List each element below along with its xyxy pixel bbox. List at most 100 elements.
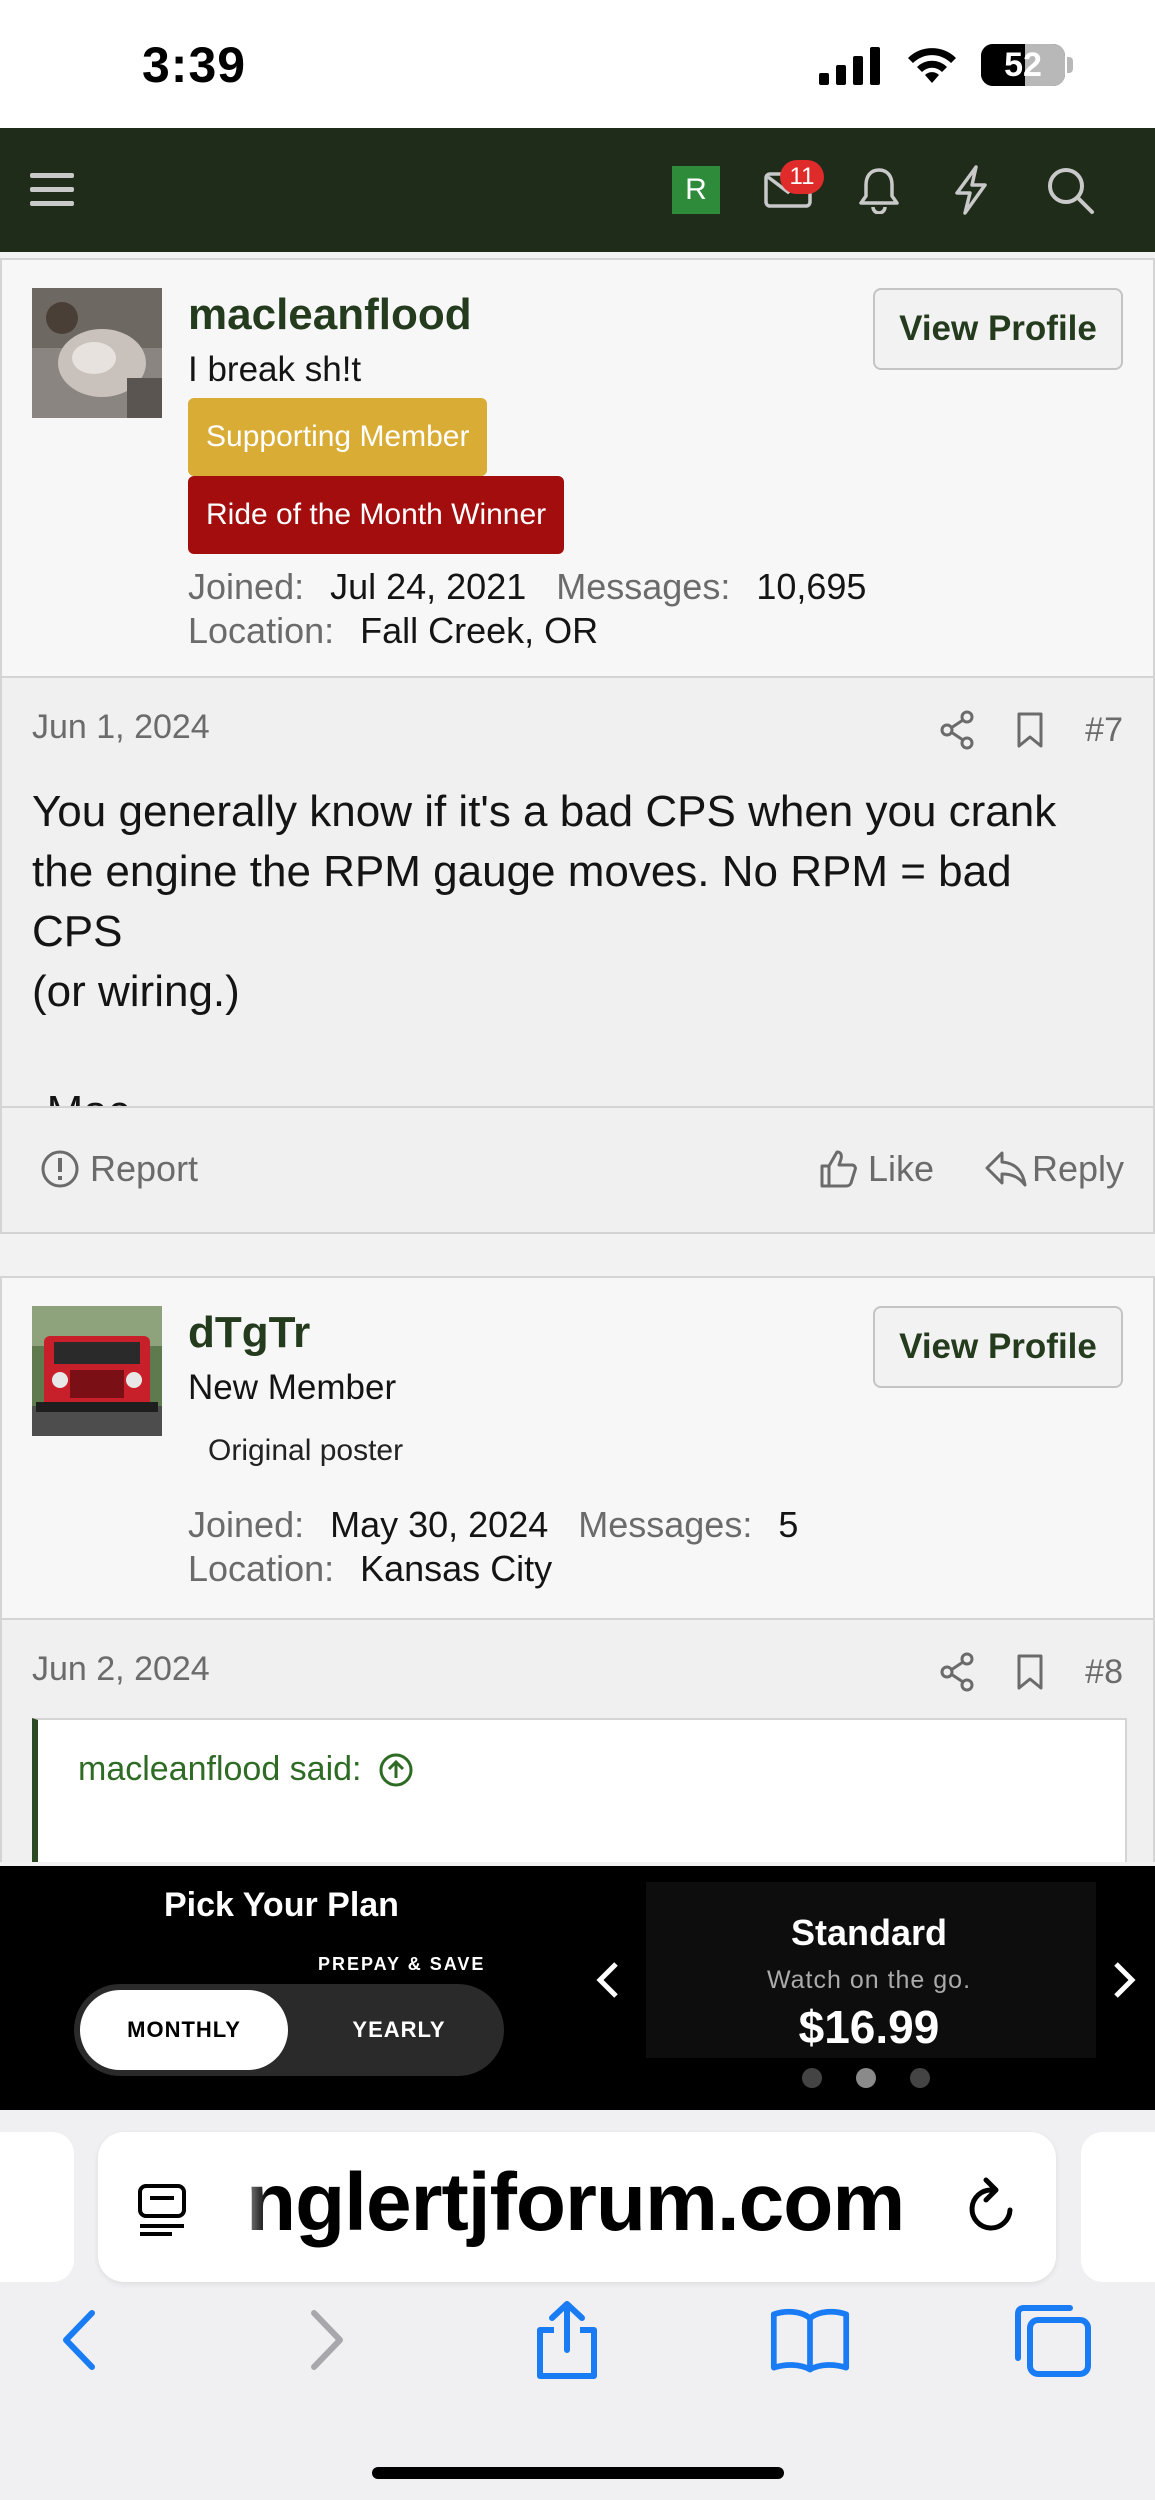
- account-button[interactable]: R: [672, 128, 720, 252]
- previous-tab-preview[interactable]: [0, 2132, 74, 2282]
- ad-banner[interactable]: Pick Your Plan PREPAY & SAVE MONTHLY YEA…: [0, 1866, 1155, 2110]
- view-profile-button[interactable]: View Profile: [873, 1306, 1123, 1388]
- quote-block: macleanflood said:: [32, 1718, 1127, 1862]
- post-8-user-block: dTgTr New Member View Profile Original p…: [0, 1276, 1155, 1620]
- like-label: Like: [868, 1148, 935, 1189]
- chevron-left-icon[interactable]: [594, 1960, 622, 2011]
- report-icon: [41, 1150, 79, 1188]
- carousel-dot[interactable]: [802, 2068, 822, 2088]
- location-label: Location:: [188, 1548, 335, 1589]
- supporting-member-badge: Supporting Member: [188, 398, 488, 476]
- user-title: New Member: [188, 1368, 397, 1407]
- alerts-button[interactable]: [852, 128, 906, 252]
- ad-title: Pick Your Plan: [164, 1886, 399, 1924]
- post-tools: #7: [939, 710, 1123, 750]
- bookmarks-button[interactable]: [770, 2300, 850, 2380]
- post-7-action-bar: Report Like Reply: [0, 1106, 1155, 1234]
- post-7-body: Jun 1, 2024 #7 You generally know if it'…: [0, 676, 1155, 1136]
- quote-author: macleanflood said:: [78, 1750, 362, 1788]
- chevron-right-icon: [311, 2310, 343, 2370]
- share-icon[interactable]: [939, 710, 975, 750]
- plan-name: Standard: [790, 1912, 948, 1953]
- lightning-bolt-icon: [955, 165, 987, 215]
- whats-new-button[interactable]: [946, 128, 996, 252]
- location-value: Kansas City: [360, 1548, 553, 1589]
- like-button[interactable]: Like: [818, 1148, 934, 1190]
- post-message: You generally know if it's a bad CPS whe…: [32, 782, 1113, 1142]
- post-number[interactable]: #7: [1085, 711, 1123, 750]
- cellular-signal-icon: [819, 47, 880, 85]
- joined-value: May 30, 2024: [330, 1504, 549, 1545]
- original-poster-badge: Original poster: [208, 1434, 404, 1467]
- chevron-right-icon[interactable]: [1110, 1960, 1138, 2011]
- chevron-left-icon: [63, 2310, 95, 2370]
- joined-label: Joined:: [188, 1504, 305, 1545]
- user-location-row: Location: Fall Creek, OR: [188, 610, 628, 652]
- messages-value: 5: [778, 1504, 799, 1545]
- reply-arrow-icon: [985, 1151, 1027, 1187]
- bookmark-icon[interactable]: [1015, 1653, 1045, 1691]
- plan-card[interactable]: Standard Watch on the go. $16.99: [646, 1882, 1096, 2058]
- share-icon: [537, 2301, 597, 2379]
- user-avatar: R: [672, 166, 720, 214]
- messages-label: Messages:: [578, 1504, 753, 1545]
- battery-cap: [1067, 57, 1073, 73]
- post-text-line: the engine the RPM gauge moves. No RPM =…: [32, 847, 1012, 956]
- joined-value: Jul 24, 2021: [330, 566, 527, 607]
- toggle-yearly[interactable]: YEARLY: [324, 1984, 474, 2076]
- billing-toggle[interactable]: MONTHLY YEARLY: [74, 1984, 504, 2076]
- thumbs-up-icon: [820, 1150, 857, 1188]
- url-text: nglertjforum.com: [246, 2157, 905, 2248]
- search-icon: [1048, 168, 1094, 214]
- next-tab-preview[interactable]: [1081, 2132, 1155, 2282]
- username[interactable]: macleanflood: [188, 290, 472, 340]
- post-date[interactable]: Jun 1, 2024: [32, 708, 210, 747]
- reload-icon[interactable]: [964, 2176, 1020, 2238]
- bookmark-icon[interactable]: [1015, 711, 1045, 749]
- hamburger-icon: [30, 173, 74, 206]
- ad-prepay-label: PREPAY & SAVE: [318, 1954, 486, 1974]
- share-icon[interactable]: [939, 1652, 975, 1692]
- status-icons: 52: [819, 44, 1073, 86]
- post-number[interactable]: #8: [1085, 1653, 1123, 1692]
- menu-button[interactable]: [22, 128, 82, 252]
- location-label: Location:: [188, 610, 335, 651]
- address-bar[interactable]: nglertjforum.com: [98, 2132, 1056, 2282]
- post-8-body: Jun 2, 2024 #8 macleanflood said:: [0, 1618, 1155, 1862]
- share-button[interactable]: [527, 2300, 607, 2380]
- username[interactable]: dTgTr: [188, 1308, 310, 1358]
- report-label: Report: [90, 1148, 199, 1189]
- messages-label: Messages:: [556, 566, 731, 607]
- mail-count-badge: 11: [780, 160, 824, 194]
- user-location-row: Location: Kansas City: [188, 1548, 582, 1590]
- post-tools: #8: [939, 1652, 1123, 1692]
- status-bar: 3:39 52: [0, 0, 1155, 128]
- report-button[interactable]: Report: [40, 1148, 198, 1190]
- reply-button[interactable]: Reply: [984, 1148, 1124, 1190]
- status-time: 3:39: [142, 37, 247, 93]
- forward-button[interactable]: [288, 2300, 368, 2380]
- back-button[interactable]: [38, 2300, 118, 2380]
- user-stats-row: Joined: May 30, 2024 Messages: 5: [188, 1504, 828, 1546]
- thread-content: macleanflood I break sh!t View Profile S…: [0, 252, 1155, 1862]
- reply-label: Reply: [1032, 1148, 1125, 1189]
- carousel-dots: [802, 2068, 930, 2088]
- inbox-button[interactable]: 11: [758, 128, 824, 252]
- tabs-button[interactable]: [1012, 2300, 1092, 2380]
- bell-icon: [859, 168, 899, 214]
- post-text-line: (or wiring.): [32, 967, 240, 1016]
- plan-subtitle: Watch on the go.: [766, 1966, 972, 1994]
- avatar[interactable]: [32, 1306, 162, 1436]
- avatar[interactable]: [32, 288, 162, 418]
- quote-author-link[interactable]: macleanflood said:: [78, 1750, 414, 1789]
- post-text-line: You generally know if it's a bad CPS whe…: [32, 787, 1057, 836]
- reader-mode-icon[interactable]: [136, 2182, 192, 2238]
- home-indicator: [372, 2467, 784, 2479]
- tabs-icon: [1015, 2305, 1091, 2377]
- search-button[interactable]: [1040, 128, 1100, 252]
- post-date[interactable]: Jun 2, 2024: [32, 1650, 210, 1689]
- carousel-dot-active[interactable]: [856, 2068, 876, 2088]
- view-profile-button[interactable]: View Profile: [873, 288, 1123, 370]
- toggle-monthly[interactable]: MONTHLY: [80, 1990, 288, 2070]
- carousel-dot[interactable]: [910, 2068, 930, 2088]
